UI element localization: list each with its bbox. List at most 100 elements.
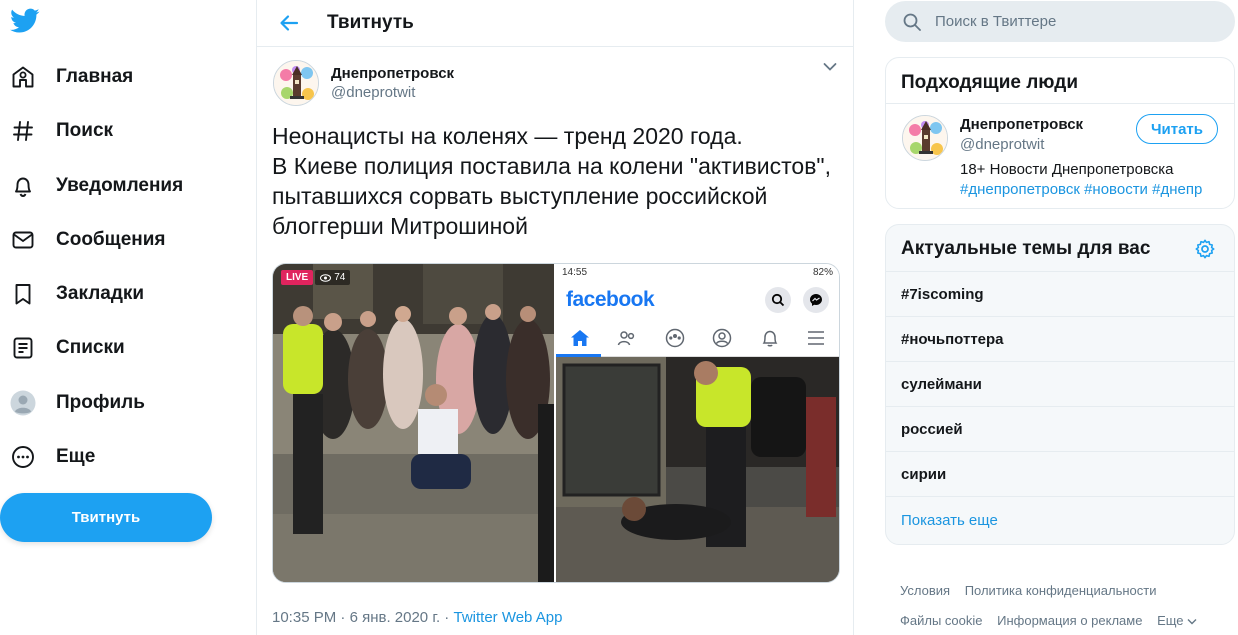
envelope-icon [10,227,36,253]
nav-bookmarks[interactable]: Закладки [10,274,144,314]
tweet-detail: Твитнуть Днепропетровск @dneprotwit Неон… [256,0,854,635]
author-name[interactable]: Днепропетровск [331,65,454,82]
groups-icon [665,328,684,347]
search-input[interactable] [935,13,1205,30]
tweet-timestamp: 10:35 PM · 6 янв. 2020 г. · Twitter Web … [272,609,562,626]
tweet-time[interactable]: 10:35 PM [272,609,336,626]
footer-link-privacy[interactable]: Политика конфиденциальности [965,583,1157,598]
suggested-user-name[interactable]: Днепропетровск [960,116,1083,133]
footer-links: Условия Политика конфиденциальности Файл… [900,576,1230,635]
bell-icon [10,173,36,199]
tweet-text-line: пытавшихся сорвать выступление российско… [272,183,768,209]
compose-tweet-button[interactable]: Твитнуть [0,493,212,542]
facebook-brand: facebook [566,288,655,311]
nav-explore[interactable]: Поиск [10,111,113,151]
search-icon [903,13,921,31]
who-to-follow-title: Подходящие люди [886,58,1234,104]
nav-label: Закладки [56,283,145,304]
main-header: Твитнуть [257,0,853,47]
live-badge: LIVE 74 [281,270,351,285]
bookmark-icon [10,281,36,307]
search-bar[interactable] [885,1,1235,42]
menu-icon [808,330,825,345]
chevron-down-icon [1187,619,1197,625]
tweet-text-line: блоггерши Митрошиной [272,213,528,239]
chevron-down-icon[interactable] [823,62,837,72]
friends-icon [618,330,635,345]
tweet-text: Неонацисты на коленях — тренд 2020 года.… [272,121,842,241]
battery-level: 82% [812,267,833,278]
nav-label: Сообщения [56,229,166,250]
footer-link-terms[interactable]: Условия [900,583,950,598]
footer-link-cookies[interactable]: Файлы cookie [900,613,983,628]
footer-link-ads-info[interactable]: Информация о рекламе [997,613,1142,628]
facebook-header: facebook [556,281,839,319]
facebook-post-photo [556,357,839,582]
tweet-text-line: В Киеве полиция поставила на колени "акт… [272,153,831,179]
suggested-user-handle: @dneprotwit [960,136,1045,153]
trends-title: Актуальные темы для вас [901,238,1151,259]
bell-icon [762,330,778,346]
phone-status-bar: 14:55 82% [556,264,839,281]
nav-label: Главная [56,66,134,87]
more-icon [10,444,36,470]
list-icon [10,335,36,361]
tweet-text-line: Неонацисты на коленях — тренд 2020 года. [272,123,743,149]
nav-label: Профиль [56,392,145,413]
who-to-follow-card: Подходящие люди Днепропетровск @dneprotw… [885,57,1235,209]
trends-card: Актуальные темы для вас #7iscoming #ночь… [885,224,1235,545]
trend-item[interactable]: сулеймани [886,362,1234,407]
author-handle: @dneprotwit [331,84,416,101]
home-icon [570,329,589,346]
page-title: Твитнуть [327,12,414,33]
suggested-user-hashtags[interactable]: #днепропетровск #новости #днепр [960,181,1202,198]
show-more-link[interactable]: Показать еще [886,497,1234,544]
tweet-source-link[interactable]: Twitter Web App [453,609,562,626]
meta-separator: · [440,609,454,626]
back-arrow-icon[interactable] [277,11,301,35]
eye-icon [320,273,332,282]
trend-item[interactable]: #7iscoming [886,272,1234,317]
media-photo-street[interactable]: LIVE 74 [273,264,554,582]
nav-label: Еще [56,446,96,467]
suggested-user[interactable]: Днепропетровск @dneprotwit Читать 18+ Но… [886,104,1234,208]
facebook-tabs [556,319,839,357]
media-photo-facebook[interactable]: 14:55 82% facebook [556,264,839,582]
profile-avatar-icon [10,390,36,416]
footer-link-more[interactable]: Еще [1157,613,1197,628]
nav-lists[interactable]: Списки [10,328,125,368]
follow-button[interactable]: Читать [1136,114,1218,144]
footer-more-label: Еще [1157,613,1184,628]
meta-separator: · [336,609,350,626]
hashtag-icon [10,118,36,144]
nav-notifications[interactable]: Уведомления [10,166,183,206]
trend-item[interactable]: #ночьпоттера [886,317,1234,362]
trend-item[interactable]: россией [886,407,1234,452]
live-label: LIVE [281,270,314,285]
left-nav: Главная Поиск Уведомления Сообщения Закл… [0,0,256,635]
tweet-media[interactable]: LIVE 74 14:55 82% facebook [272,263,840,583]
nav-profile[interactable]: Профиль [10,383,145,423]
twitter-bird-icon[interactable] [10,8,40,34]
messenger-icon [803,287,829,313]
nav-more[interactable]: Еще [10,437,95,477]
nav-label: Поиск [56,120,114,141]
nav-messages[interactable]: Сообщения [10,220,166,260]
tweet-author[interactable]: Днепропетровск @dneprotwit [273,60,454,106]
status-time: 14:55 [562,267,588,278]
viewer-count: 74 [315,270,351,285]
nav-label: Списки [56,337,125,358]
tweet-date[interactable]: 6 янв. 2020 г. [350,609,441,626]
home-icon [10,64,36,90]
avatar[interactable] [273,60,319,106]
viewer-count-value: 74 [334,272,346,283]
gear-icon[interactable] [1194,238,1216,260]
suggested-user-bio: 18+ Новости Днепропетровска [960,161,1174,178]
trend-item[interactable]: сирии [886,452,1234,497]
nav-label: Уведомления [56,175,184,196]
avatar[interactable] [902,115,948,161]
trends-header: Актуальные темы для вас [886,225,1234,272]
search-icon [765,287,791,313]
profile-icon [713,328,732,347]
nav-home[interactable]: Главная [10,57,133,97]
